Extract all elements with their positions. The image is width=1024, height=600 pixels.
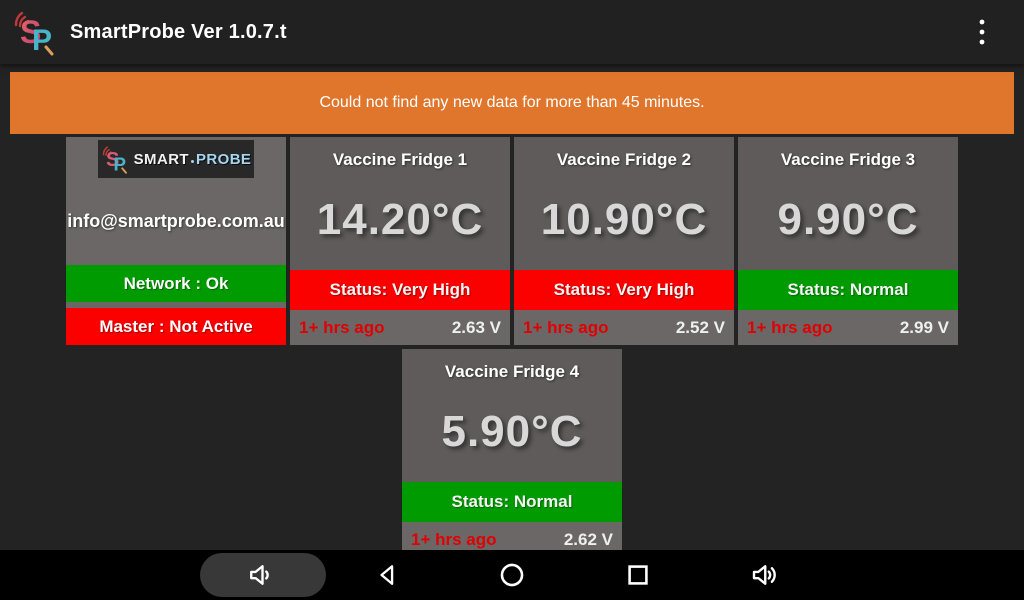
fridge-name: Vaccine Fridge 3: [738, 150, 958, 170]
fridge-name: Vaccine Fridge 4: [402, 362, 622, 382]
last-update-age: 1+ hrs ago: [299, 318, 385, 338]
fridge-temperature: 9.90°C: [777, 195, 918, 245]
fridge-name: Vaccine Fridge 2: [514, 150, 734, 170]
home-icon: [498, 561, 526, 589]
status-badge: Status: Very High: [514, 270, 734, 310]
network-status-badge: Network : Ok: [66, 265, 286, 302]
battery-voltage: 2.52 V: [676, 318, 725, 338]
screen: S P SmartProbe Ver 1.0.7.t Could not fin…: [0, 0, 1024, 600]
last-update-age: 1+ hrs ago: [523, 318, 609, 338]
recents-icon: [624, 561, 652, 589]
fridge-temperature: 14.20°C: [317, 195, 483, 245]
overflow-menu-button[interactable]: [964, 14, 1000, 50]
alert-banner: Could not find any new data for more tha…: [10, 72, 1014, 134]
temperature-wrap: 9.90°C: [738, 170, 958, 270]
app-title: SmartProbe Ver 1.0.7.t: [70, 21, 287, 44]
fridge-card[interactable]: Vaccine Fridge 1 14.20°C Status: Very Hi…: [290, 137, 510, 345]
status-badge: Status: Normal: [738, 270, 958, 310]
card-footer: 1+ hrs ago 2.99 V: [738, 310, 958, 345]
fridge-temperature: 5.90°C: [441, 407, 582, 457]
card-footer: 1+ hrs ago 2.63 V: [290, 310, 510, 345]
smartprobe-logo-icon: S P: [101, 144, 131, 174]
cards-row-2: Vaccine Fridge 4 5.90°C Status: Normal 1…: [402, 349, 622, 557]
battery-voltage: 2.62 V: [564, 530, 613, 550]
smartprobe-logo-icon: S P: [12, 8, 60, 56]
navigation-bar: [0, 550, 1024, 600]
alert-message: Could not find any new data for more tha…: [319, 94, 704, 112]
kebab-menu-icon: [979, 19, 985, 45]
back-button[interactable]: [364, 551, 412, 599]
temperature-wrap: 14.20°C: [290, 170, 510, 270]
volume-up-icon: [749, 560, 779, 590]
fridge-card[interactable]: Vaccine Fridge 3 9.90°C Status: Normal 1…: [738, 137, 958, 345]
last-update-age: 1+ hrs ago: [747, 318, 833, 338]
last-update-age: 1+ hrs ago: [411, 530, 497, 550]
temperature-wrap: 10.90°C: [514, 170, 734, 270]
volume-down-icon: [245, 560, 275, 590]
back-icon: [374, 561, 402, 589]
volume-up-button[interactable]: [740, 551, 788, 599]
contact-email: info@smartprobe.com.au: [66, 178, 286, 265]
smartprobe-wordmark: S P SMART PROBE: [98, 140, 254, 178]
fridge-temperature: 10.90°C: [541, 195, 707, 245]
fridge-card[interactable]: Vaccine Fridge 2 10.90°C Status: Very Hi…: [514, 137, 734, 345]
status-badge: Status: Very High: [290, 270, 510, 310]
recents-button[interactable]: [614, 551, 662, 599]
cards-row-1: S P SMART PROBE info@smartprobe.com.au N…: [66, 137, 958, 345]
battery-voltage: 2.63 V: [452, 318, 501, 338]
status-badge: Status: Normal: [402, 482, 622, 522]
fridge-name: Vaccine Fridge 1: [290, 150, 510, 170]
wordmark-probe: PROBE: [196, 151, 251, 168]
wordmark-dot: [191, 160, 194, 163]
temperature-wrap: 5.90°C: [402, 382, 622, 482]
home-button[interactable]: [488, 551, 536, 599]
app-bar: S P SmartProbe Ver 1.0.7.t: [0, 0, 1024, 64]
fridge-card[interactable]: Vaccine Fridge 4 5.90°C Status: Normal 1…: [402, 349, 622, 557]
master-status-badge: Master : Not Active: [66, 308, 286, 345]
wordmark-smart: SMART: [134, 151, 189, 168]
battery-voltage: 2.99 V: [900, 318, 949, 338]
card-footer: 1+ hrs ago 2.52 V: [514, 310, 734, 345]
volume-down-button[interactable]: [236, 551, 284, 599]
info-card: S P SMART PROBE info@smartprobe.com.au N…: [66, 137, 286, 345]
